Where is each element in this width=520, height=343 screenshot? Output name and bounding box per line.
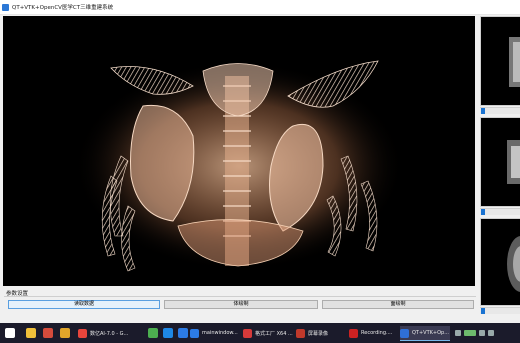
surface-render-button[interactable]: 面绘制	[322, 300, 474, 309]
edge-icon	[190, 328, 199, 338]
slider-handle[interactable]	[481, 308, 485, 314]
battery-icon[interactable]	[464, 330, 476, 336]
taskbar-item-qt-vtk[interactable]: QT+VTK+Op...	[400, 326, 450, 341]
app-icon	[2, 3, 9, 11]
recorder-icon	[296, 328, 305, 338]
axial-slice-view[interactable]	[480, 16, 520, 106]
browser-icon	[78, 328, 87, 338]
system-tray[interactable]	[455, 329, 515, 337]
language-icon[interactable]	[488, 330, 494, 336]
title-bar: QT+VTK+OpenCV医学CT三维重建系统	[0, 0, 520, 15]
taskbar-item-mainwindow[interactable]: mainwindow...	[190, 326, 240, 340]
slider-handle[interactable]	[481, 209, 485, 215]
app-icon[interactable]	[163, 328, 173, 338]
load-data-button[interactable]: 读取数据	[8, 300, 160, 309]
taskbar: 数亿AI-7.0 - G... mainwindow... 格式工厂 X64 .…	[0, 323, 520, 343]
volume-render-button[interactable]: 体绘制	[164, 300, 318, 309]
file-explorer-icon[interactable]	[26, 328, 36, 338]
qt-icon[interactable]	[43, 328, 53, 338]
volume-icon[interactable]	[479, 330, 485, 336]
taskbar-item-recorder[interactable]: 屏幕录像	[296, 326, 346, 340]
volume-render-image	[74, 60, 404, 272]
recording-icon	[349, 328, 358, 338]
coronal-slice-slider[interactable]	[480, 208, 520, 215]
sagittal-slice-view[interactable]	[480, 218, 520, 306]
tool-icon[interactable]	[60, 328, 70, 338]
taskbar-item-browser[interactable]: 数亿AI-7.0 - G...	[78, 326, 140, 340]
window-title: QT+VTK+OpenCV医学CT三维重建系统	[12, 5, 114, 11]
network-icon[interactable]	[455, 330, 461, 336]
wechat-icon[interactable]	[148, 328, 158, 338]
axial-slice-slider[interactable]	[480, 107, 520, 114]
taskbar-item-recording[interactable]: Recording....	[349, 326, 397, 340]
edge-icon[interactable]	[178, 328, 188, 338]
qt-app-icon	[400, 328, 409, 338]
taskbar-item-format-factory[interactable]: 格式工厂 X64 ...	[243, 326, 293, 340]
volume-render-viewport[interactable]	[3, 16, 475, 286]
sagittal-slice-slider[interactable]	[480, 307, 520, 314]
start-icon[interactable]	[5, 328, 15, 338]
coronal-slice-view[interactable]	[480, 117, 520, 207]
slider-handle[interactable]	[481, 108, 485, 114]
format-factory-icon	[243, 328, 252, 338]
